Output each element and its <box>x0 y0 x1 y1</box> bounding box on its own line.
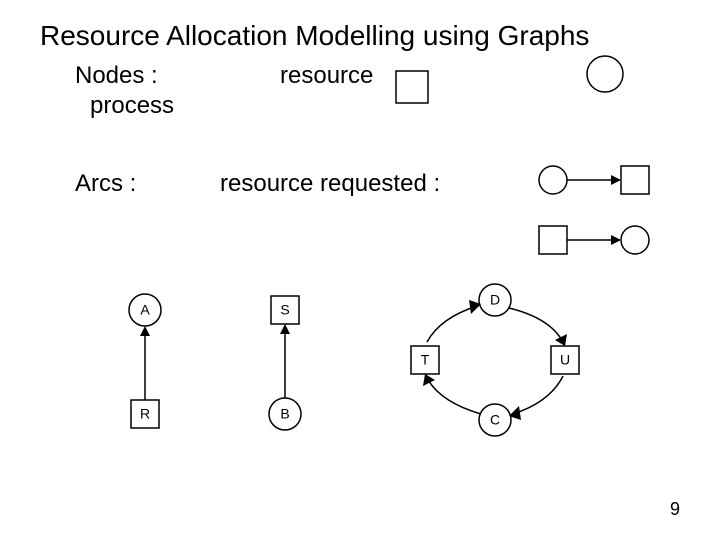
figure-c: D C T U <box>395 280 595 450</box>
node-r-label: R <box>140 406 150 422</box>
node-s-label: S <box>280 302 289 318</box>
requested-label: resource requested : <box>220 170 440 198</box>
process-node-icon <box>395 70 429 104</box>
resource-label: resource <box>280 62 373 90</box>
node-u-label: U <box>560 352 570 368</box>
node-d-label: D <box>490 292 500 308</box>
arc-held-icon <box>535 160 655 200</box>
page-number: 9 <box>670 499 680 520</box>
process-label: process <box>90 92 174 120</box>
node-b-label: B <box>280 406 289 422</box>
figure-a: A R <box>105 290 185 440</box>
node-a-label: A <box>140 302 150 318</box>
node-t-label: T <box>421 352 430 368</box>
node-c-label: C <box>490 412 500 428</box>
figure-b: S B <box>245 290 325 440</box>
arc-requested-icon <box>535 220 655 260</box>
nodes-label: Nodes : <box>75 62 158 90</box>
arcs-label: Arcs : <box>75 170 136 198</box>
resource-node-icon <box>585 54 625 94</box>
page-title: Resource Allocation Modelling using Grap… <box>40 20 589 52</box>
